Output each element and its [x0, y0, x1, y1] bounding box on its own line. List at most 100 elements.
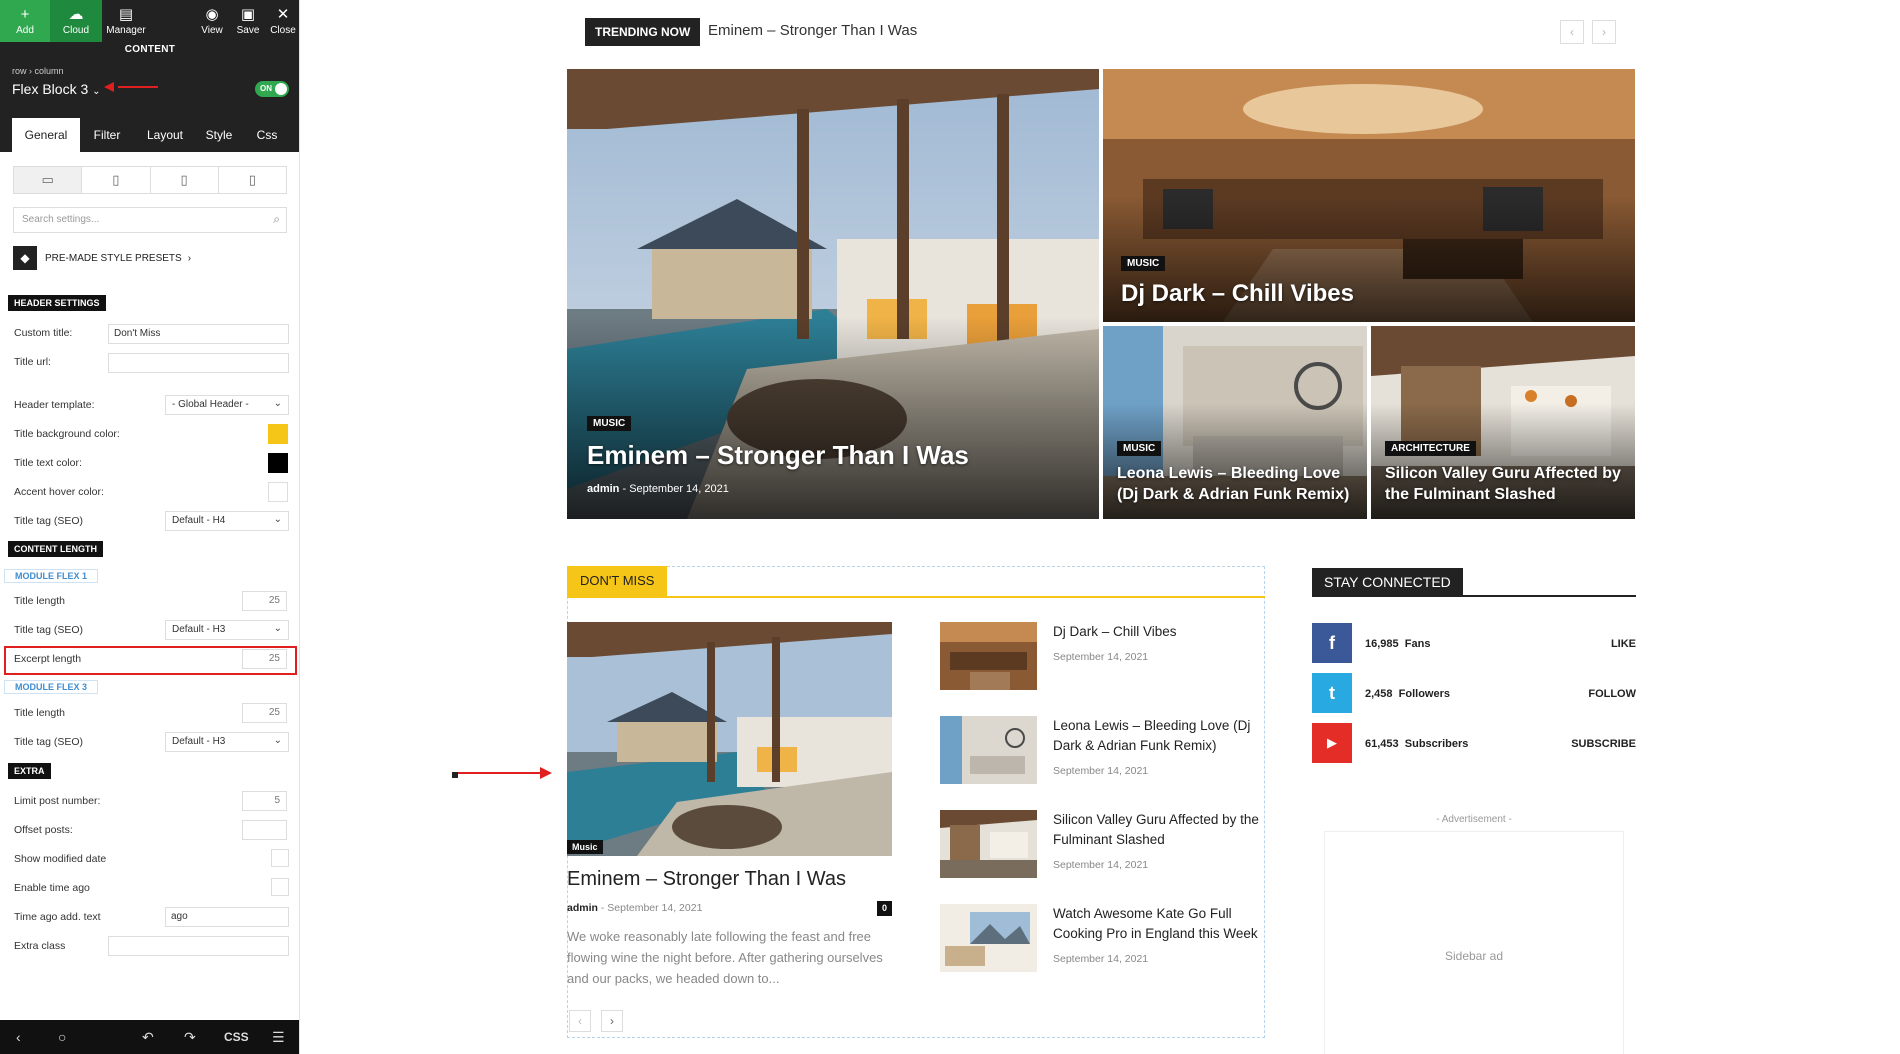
sidebar-ad-box[interactable] [1324, 831, 1624, 1054]
add-button[interactable]: + Add [0, 0, 50, 42]
m3-title-length-field[interactable]: 25 [242, 703, 287, 723]
youtube-icon[interactable]: ▶ [1312, 723, 1352, 763]
trending-next-button[interactable]: › [1592, 20, 1616, 44]
menu-icon[interactable]: ☰ [272, 1029, 285, 1046]
tab-css[interactable]: Css [248, 118, 286, 152]
phone-icon[interactable]: ▯ [219, 167, 286, 193]
list-thumbnail[interactable] [940, 716, 1037, 784]
featured-main-meta: admin - September 14, 2021 [587, 483, 729, 495]
list-thumbnail[interactable] [940, 622, 1037, 690]
category-badge[interactable]: Music [567, 840, 603, 854]
mountain-view-room-thumb [940, 904, 1037, 972]
category-badge[interactable]: MUSIC [1117, 441, 1162, 456]
youtube-subscribe-button[interactable]: SUBSCRIBE [1530, 738, 1636, 750]
show-modified-checkbox[interactable] [271, 849, 289, 867]
trending-title[interactable]: Eminem – Stronger Than I Was [708, 22, 917, 39]
offset-posts-field[interactable] [242, 820, 287, 840]
accent-hover-label: Accent hover color: [14, 486, 104, 498]
close-button[interactable]: ✕ Close [266, 0, 299, 42]
author-name[interactable]: admin [567, 902, 598, 914]
author-name[interactable]: admin [587, 483, 619, 495]
title-tag-value: Default - H4 [172, 515, 226, 526]
dont-miss-big-meta: admin - September 14, 2021 [567, 902, 703, 914]
dont-miss-header-line [567, 596, 1265, 598]
category-badge[interactable]: MUSIC [587, 416, 632, 431]
header-template-select[interactable]: - Global Header - ⌄ [165, 395, 289, 415]
twitter-icon[interactable]: t [1312, 673, 1352, 713]
save-icon: ▣ [240, 5, 256, 23]
chevron-down-icon: ⌄ [92, 86, 101, 97]
extra-class-field[interactable] [108, 936, 289, 956]
list-thumbnail[interactable] [940, 904, 1037, 972]
comment-count-badge[interactable]: 0 [877, 901, 892, 916]
m1-title-tag-value: Default - H3 [172, 624, 226, 635]
dont-miss-big-title[interactable]: Eminem – Stronger Than I Was [567, 868, 846, 891]
category-badge[interactable]: ARCHITECTURE [1385, 441, 1476, 456]
module-flex-3-heading: MODULE FLEX 3 [4, 680, 99, 694]
m1-title-length-field[interactable]: 25 [242, 591, 287, 611]
twitter-follow-button[interactable]: FOLLOW [1540, 688, 1636, 700]
back-icon[interactable]: ‹ [16, 1029, 21, 1045]
undo-icon[interactable]: ↶ [142, 1029, 154, 1046]
time-ago-checkbox[interactable] [271, 878, 289, 896]
dont-miss-big-image[interactable]: Music [567, 622, 892, 856]
block-prev-button[interactable]: ‹ [569, 1010, 591, 1032]
style-presets-link[interactable]: ◆ PRE-MADE STYLE PRESETS › [13, 246, 191, 270]
list-item-title[interactable]: Watch Awesome Kate Go Full Cooking Pro i… [1053, 904, 1268, 944]
accent-hover-swatch[interactable] [268, 482, 288, 502]
breadcrumb[interactable]: row › column [12, 66, 64, 76]
tab-general[interactable]: General [12, 118, 80, 152]
block-name[interactable]: Flex Block 3 ⌄ [12, 81, 101, 97]
m3-title-tag-select[interactable]: Default - H3 ⌄ [165, 732, 289, 752]
save-button[interactable]: ▣ Save [231, 0, 265, 42]
custom-title-field[interactable]: Don't Miss [108, 324, 289, 344]
time-ago-text-label: Time ago add. text [14, 911, 101, 923]
search-icon: ⌕ [273, 212, 280, 226]
m1-title-tag-label: Title tag (SEO) [14, 624, 84, 636]
list-item-title[interactable]: Silicon Valley Guru Affected by the Fulm… [1053, 810, 1268, 850]
limit-post-field[interactable]: 5 [242, 791, 287, 811]
tablet-landscape-icon[interactable]: ▯ [82, 167, 151, 193]
title-text-color-swatch[interactable] [268, 453, 288, 473]
featured-bottom-left-title[interactable]: Leona Lewis – Bleeding Love (Dj Dark & A… [1117, 463, 1357, 505]
title-url-field[interactable] [108, 353, 289, 373]
redo-icon[interactable]: ↷ [184, 1029, 196, 1046]
featured-main-title[interactable]: Eminem – Stronger Than I Was [587, 440, 969, 471]
facebook-icon[interactable]: f [1312, 623, 1352, 663]
settings-search-input[interactable]: Search settings... ⌕ [13, 207, 287, 233]
desktop-icon[interactable]: ▭ [14, 167, 83, 193]
block-next-button[interactable]: › [601, 1010, 623, 1032]
featured-bottom-right-tile[interactable]: ARCHITECTURE Silicon Valley Guru Affecte… [1371, 326, 1635, 519]
featured-top-right-tile[interactable]: MUSIC Dj Dark – Chill Vibes [1103, 69, 1635, 322]
category-badge[interactable]: MUSIC [1121, 256, 1166, 271]
featured-bottom-left-tile[interactable]: MUSIC Leona Lewis – Bleeding Love (Dj Da… [1103, 326, 1367, 519]
trending-prev-button[interactable]: ‹ [1560, 20, 1584, 44]
content-length-heading: CONTENT LENGTH [8, 541, 103, 557]
block-toggle[interactable]: ON [255, 81, 289, 97]
circle-icon[interactable]: ○ [58, 1029, 66, 1045]
tab-filter[interactable]: Filter [84, 118, 130, 152]
list-thumbnail[interactable] [940, 810, 1037, 878]
eye-icon: ◉ [205, 5, 219, 23]
featured-top-right-title[interactable]: Dj Dark – Chill Vibes [1121, 280, 1354, 308]
cloud-button[interactable]: ☁ Cloud [50, 0, 102, 42]
featured-main-tile[interactable]: MUSIC Eminem – Stronger Than I Was admin… [567, 69, 1099, 519]
m1-title-tag-select[interactable]: Default - H3 ⌄ [165, 620, 289, 640]
title-tag-select[interactable]: Default - H4 ⌄ [165, 511, 289, 531]
facebook-like-button[interactable]: LIKE [1540, 638, 1636, 650]
tab-style[interactable]: Style [198, 118, 240, 152]
annotation-arrowhead-panel [104, 82, 114, 92]
tab-layout[interactable]: Layout [138, 118, 192, 152]
list-item-title[interactable]: Leona Lewis – Bleeding Love (Dj Dark & A… [1053, 716, 1268, 756]
list-item-title[interactable]: Dj Dark – Chill Vibes [1053, 622, 1268, 642]
tablet-portrait-icon[interactable]: ▯ [151, 167, 219, 193]
title-url-label: Title url: [14, 356, 51, 368]
view-button[interactable]: ◉ View [195, 0, 229, 42]
settings-tabs: General Filter Layout Style Css [0, 118, 299, 152]
manager-button[interactable]: ▤ Manager [102, 0, 150, 42]
title-bg-color-swatch[interactable] [268, 424, 288, 444]
featured-bottom-right-title[interactable]: Silicon Valley Guru Affected by the Fulm… [1385, 463, 1625, 505]
m1-excerpt-length-field[interactable]: 25 [242, 649, 287, 669]
time-ago-text-field[interactable]: ago [165, 907, 289, 927]
css-button[interactable]: CSS [224, 1030, 249, 1044]
